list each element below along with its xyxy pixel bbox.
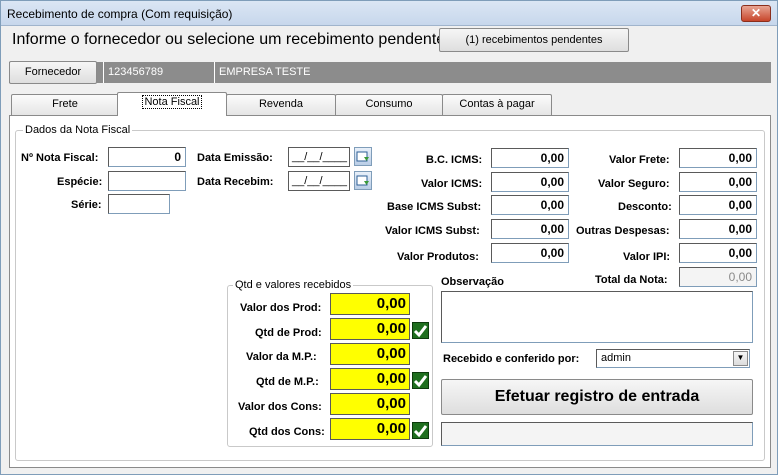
conferido-select-value: admin [601, 352, 631, 364]
supplier-button[interactable]: Fornecedor [9, 61, 97, 84]
valor-da-mp-label: Valor da M.P.: [246, 351, 317, 363]
desconto-label: Desconto: [618, 201, 672, 213]
valor-produtos-label: Valor Produtos: [397, 251, 479, 263]
valor-dos-cons-label: Valor dos Cons: [238, 401, 322, 413]
base-icms-subst-field[interactable]: 0,00 [491, 195, 569, 215]
numero-nota-label: Nº Nota Fiscal: [21, 152, 99, 164]
numero-nota-field[interactable]: 0 [108, 147, 186, 167]
data-recebim-field[interactable]: __/__/____ [288, 171, 350, 191]
data-recebim-label: Data Recebim: [197, 176, 274, 188]
tab-frete-label: Frete [52, 98, 78, 110]
outras-despesas-field[interactable]: 0,00 [679, 219, 757, 239]
serie-label: Série: [71, 199, 102, 211]
valor-icms-subst-field[interactable]: 0,00 [491, 219, 569, 239]
close-button[interactable]: ✕ [741, 5, 771, 22]
valor-produtos-field[interactable]: 0,00 [491, 243, 569, 263]
valor-seguro-label: Valor Seguro: [598, 178, 670, 190]
valor-seguro-field[interactable]: 0,00 [679, 172, 757, 192]
desconto-field[interactable]: 0,00 [679, 195, 757, 215]
qtd-de-mp-label: Qtd de M.P.: [256, 376, 319, 388]
total-nota-label: Total da Nota: [595, 274, 668, 286]
bc-icms-label: B.C. ICMS: [426, 154, 483, 166]
tab-revenda-label: Revenda [258, 98, 304, 110]
qtd-de-prod-field[interactable]: 0,00 [330, 318, 410, 340]
title-bar: Recebimento de compra (Com requisição) ✕ [1, 1, 777, 26]
nota-fiscal-group-label: Dados da Nota Fiscal [23, 124, 133, 136]
window-title: Recebimento de compra (Com requisição) [7, 7, 233, 21]
tab-contas-a-pagar-label: Contas à pagar [459, 98, 535, 110]
qtd-dos-cons-label: Qtd dos Cons: [249, 426, 325, 438]
observacao-label: Observação [441, 276, 504, 288]
calendar-emissao-icon[interactable] [354, 147, 372, 166]
tab-consumo-label: Consumo [365, 98, 413, 110]
valor-icms-subst-label: Valor ICMS Subst: [385, 225, 480, 237]
tab-consumo[interactable]: Consumo [335, 94, 443, 115]
especie-label: Espécie: [57, 176, 103, 188]
valor-ipi-field[interactable]: 0,00 [679, 243, 757, 263]
tab-nota-fiscal[interactable]: Nota Fiscal [117, 92, 227, 116]
qtd-de-prod-label: Qtd de Prod: [255, 327, 322, 339]
header-prompt: Informe o fornecedor ou selecione um rec… [12, 31, 450, 48]
supplier-name: EMPRESA TESTE [214, 62, 771, 83]
check-icon [412, 372, 429, 389]
recebidos-group-label: Qtd e valores recebidos [233, 279, 354, 291]
base-icms-subst-label: Base ICMS Subst: [387, 201, 482, 213]
pending-receipts-button[interactable]: (1) recebimentos pendentes [439, 28, 629, 52]
valor-dos-prod-field[interactable]: 0,00 [330, 293, 410, 315]
valor-frete-label: Valor Frete: [609, 154, 670, 166]
conferido-select[interactable]: admin ▼ [596, 349, 750, 368]
conferido-label: Recebido e conferido por: [443, 353, 580, 365]
data-emissao-label: Data Emissão: [197, 152, 273, 164]
tab-frete[interactable]: Frete [11, 94, 119, 115]
status-field [441, 422, 753, 446]
total-nota-field: 0,00 [679, 267, 757, 287]
valor-frete-field[interactable]: 0,00 [679, 148, 757, 168]
data-emissao-field[interactable]: __/__/____ [288, 147, 350, 167]
tab-revenda[interactable]: Revenda [226, 94, 336, 115]
valor-ipi-label: Valor IPI: [623, 251, 671, 263]
valor-icms-label: Valor ICMS: [421, 178, 483, 190]
outras-despesas-label: Outras Despesas: [576, 225, 670, 237]
chevron-down-icon[interactable]: ▼ [733, 351, 748, 366]
serie-field[interactable] [108, 194, 170, 214]
valor-icms-field[interactable]: 0,00 [491, 172, 569, 192]
observacao-field[interactable] [441, 291, 753, 343]
qtd-dos-cons-field[interactable]: 0,00 [330, 418, 410, 440]
valor-dos-cons-field[interactable]: 0,00 [330, 393, 410, 415]
receipt-window: Recebimento de compra (Com requisição) ✕… [0, 0, 778, 475]
valor-da-mp-field[interactable]: 0,00 [330, 343, 410, 365]
tab-nota-fiscal-label: Nota Fiscal [142, 95, 202, 109]
efetuar-registro-button[interactable]: Efetuar registro de entrada [441, 379, 753, 415]
tab-contas-a-pagar[interactable]: Contas à pagar [442, 94, 552, 115]
qtd-de-mp-field[interactable]: 0,00 [330, 368, 410, 390]
especie-field[interactable] [108, 171, 186, 191]
bc-icms-field[interactable]: 0,00 [491, 148, 569, 168]
calendar-recebim-icon[interactable] [354, 171, 372, 190]
check-icon [412, 322, 429, 339]
check-icon [412, 422, 429, 439]
supplier-code: 123456789 [103, 62, 213, 83]
valor-dos-prod-label: Valor dos Prod: [240, 302, 322, 314]
